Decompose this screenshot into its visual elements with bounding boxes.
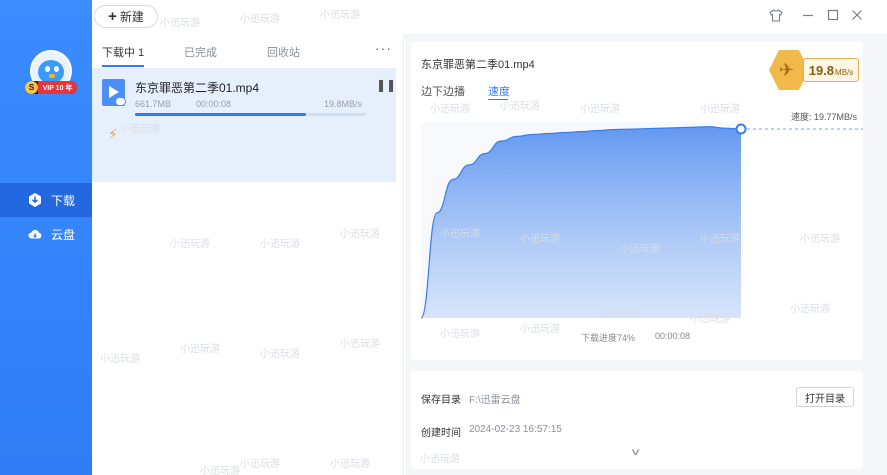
save-dir-value: F:\迅雷云盘 xyxy=(469,395,521,406)
sidebar-item-cloud[interactable]: 云盘 xyxy=(0,217,92,251)
pause-icon[interactable]: ❚❚ xyxy=(376,78,396,92)
download-speed: 19.8MB/s xyxy=(324,99,363,109)
sidebar-item-label: 下载 xyxy=(51,193,76,208)
minimize-icon[interactable] xyxy=(800,7,816,23)
watermark-text: 小迅玩游 xyxy=(160,18,200,29)
download-icon xyxy=(28,193,42,207)
tab-recycle-bin[interactable]: 回收站 xyxy=(267,44,300,60)
info-card: 保存目录 F:\迅雷云盘 打开目录 创建时间 2024-02-23 16:57:… xyxy=(411,371,863,469)
new-task-label: 新建 xyxy=(119,10,144,24)
maximize-icon[interactable] xyxy=(825,7,841,23)
download-progress-bar xyxy=(135,113,366,116)
vip-label: VIP 10 年 xyxy=(38,81,77,94)
cloud-icon xyxy=(28,227,42,241)
new-task-button[interactable]: + 新建 xyxy=(94,5,158,28)
download-progress-label: 下载进度74% xyxy=(581,333,636,343)
avatar-eye-left xyxy=(45,66,50,72)
lightning-icon[interactable]: ⚡ xyxy=(108,126,118,143)
chevron-down-icon[interactable]: ∨ xyxy=(630,447,642,458)
current-speed-label: 速度: 19.77MB/s xyxy=(791,111,858,122)
speed-chart-card: 东京罪恶第二季01.mp4 边下边播 速度 ✈ 19.8 MB/s 速度: 19… xyxy=(411,42,863,360)
watermark-text: 小迅玩游 xyxy=(320,10,360,21)
video-file-icon xyxy=(102,79,126,106)
download-size: 661.7MB xyxy=(135,99,172,109)
avatar-beak xyxy=(49,74,55,78)
vip-badge[interactable]: S VIP 10 年 xyxy=(25,81,77,94)
close-icon[interactable] xyxy=(849,7,865,23)
download-list-panel: 下载中 1 已完成 回收站 ··· 东京罪恶第二季01.mp4 ❚❚ 661.7… xyxy=(92,34,404,475)
svip-mark: S xyxy=(25,81,38,94)
tab-completed[interactable]: 已完成 xyxy=(184,44,217,60)
active-tab-indicator xyxy=(102,65,144,67)
download-file-name: 东京罪恶第二季01.mp4 xyxy=(135,81,260,95)
avatar-eye-right xyxy=(54,66,59,72)
created-time-label: 创建时间 xyxy=(421,428,461,439)
sidebar-item-label: 云盘 xyxy=(51,227,76,242)
download-item[interactable]: 东京罪恶第二季01.mp4 ❚❚ 661.7MB 00:00:08 19.8MB… xyxy=(92,68,396,182)
elapsed-time-label: 00:00:08 xyxy=(655,331,691,341)
download-progress-fill xyxy=(135,113,306,116)
open-directory-button[interactable]: 打开目录 xyxy=(796,387,854,407)
created-time-value: 2024-02-23 16:57:15 xyxy=(469,424,562,435)
current-speed-point xyxy=(735,123,747,135)
save-dir-label: 保存目录 xyxy=(421,395,461,406)
sidebar-item-download[interactable]: 下载 xyxy=(0,183,92,217)
tab-downloading[interactable]: 下载中 1 xyxy=(102,44,144,60)
speed-chart: 速度: 19.77MB/s xyxy=(420,111,863,319)
watermark-text: 小迅玩游 xyxy=(240,14,280,25)
plus-icon: + xyxy=(108,8,117,25)
download-time: 00:00:08 xyxy=(196,99,232,109)
more-options-button[interactable]: ··· xyxy=(375,40,392,56)
shirt-skin-icon[interactable] xyxy=(768,7,784,23)
sidebar: S VIP 10 年 下载 云盘 xyxy=(0,0,92,475)
